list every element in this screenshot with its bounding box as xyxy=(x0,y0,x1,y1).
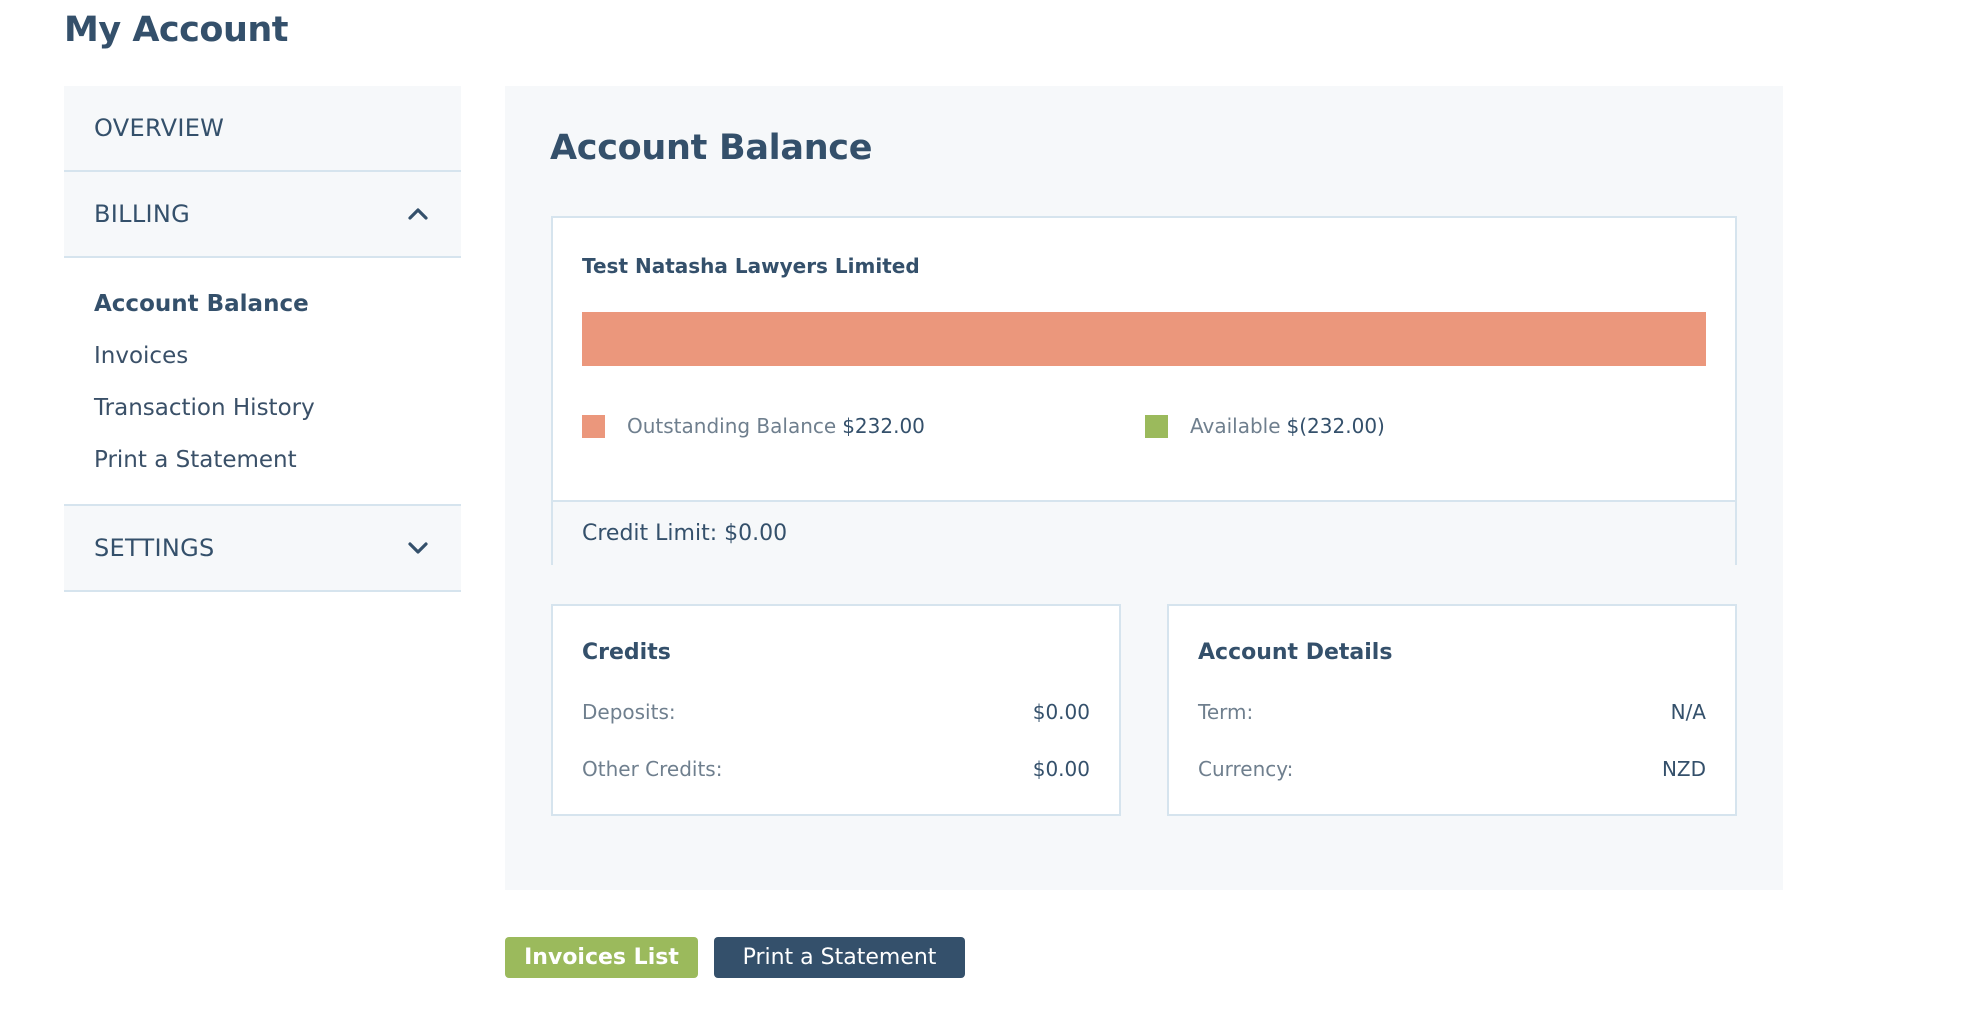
sidebar-item-label: OVERVIEW xyxy=(94,114,225,142)
sidebar-item-billing[interactable]: BILLING xyxy=(64,172,461,258)
account-details-title: Account Details xyxy=(1198,640,1393,665)
credit-limit: Credit Limit: $0.00 xyxy=(553,500,1735,565)
chevron-up-icon[interactable] xyxy=(405,201,431,227)
chevron-down-icon[interactable] xyxy=(405,535,431,561)
credits-title: Credits xyxy=(582,640,671,665)
billing-submenu: Account Balance Invoices Transaction His… xyxy=(64,258,461,506)
credits-row-deposits: Deposits: $0.00 xyxy=(582,700,1090,724)
legend-available: Available $(232.00) xyxy=(1145,414,1385,438)
account-details-card: Account Details Term: N/A Currency: NZD xyxy=(1167,604,1737,816)
credits-card: Credits Deposits: $0.00 Other Credits: $… xyxy=(551,604,1121,816)
row-label: Currency: xyxy=(1198,757,1294,781)
sidebar-item-invoices[interactable]: Invoices xyxy=(94,330,431,382)
balance-bar-fill xyxy=(582,312,1706,366)
sidebar-item-transaction-history[interactable]: Transaction History xyxy=(94,382,431,434)
sidebar-item-print-statement[interactable]: Print a Statement xyxy=(94,434,431,486)
details-row-currency: Currency: NZD xyxy=(1198,757,1706,781)
invoices-list-button[interactable]: Invoices List xyxy=(505,937,698,978)
outstanding-label: Outstanding Balance xyxy=(627,414,837,438)
row-label: Deposits: xyxy=(582,700,676,724)
sidebar: OVERVIEW BILLING Account Balance Invoice… xyxy=(64,86,461,592)
available-value: $(232.00) xyxy=(1286,414,1385,438)
sidebar-item-label: SETTINGS xyxy=(94,534,215,562)
available-label: Available xyxy=(1190,414,1281,438)
balance-card: Test Natasha Lawyers Limited Outstanding… xyxy=(551,216,1737,565)
balance-bar xyxy=(582,312,1706,366)
legend-outstanding: Outstanding Balance $232.00 xyxy=(582,414,925,438)
outstanding-swatch xyxy=(582,414,605,438)
row-value: N/A xyxy=(1670,700,1706,724)
row-value: NZD xyxy=(1661,757,1706,781)
section-title: Account Balance xyxy=(550,128,873,168)
sidebar-item-label: BILLING xyxy=(94,200,191,228)
outstanding-value: $232.00 xyxy=(842,414,925,438)
row-label: Other Credits: xyxy=(582,757,723,781)
details-row-term: Term: N/A xyxy=(1198,700,1706,724)
page-title: My Account xyxy=(64,10,289,50)
company-name: Test Natasha Lawyers Limited xyxy=(582,254,920,278)
row-value: $0.00 xyxy=(1032,700,1090,724)
sidebar-item-settings[interactable]: SETTINGS xyxy=(64,506,461,592)
row-value: $0.00 xyxy=(1032,757,1090,781)
row-label: Term: xyxy=(1198,700,1254,724)
sidebar-item-overview[interactable]: OVERVIEW xyxy=(64,86,461,172)
main-panel: Account Balance Test Natasha Lawyers Lim… xyxy=(505,86,1783,890)
print-statement-button[interactable]: Print a Statement xyxy=(714,937,965,978)
sidebar-item-account-balance[interactable]: Account Balance xyxy=(94,278,431,330)
credits-row-other: Other Credits: $0.00 xyxy=(582,757,1090,781)
available-swatch xyxy=(1145,414,1168,438)
